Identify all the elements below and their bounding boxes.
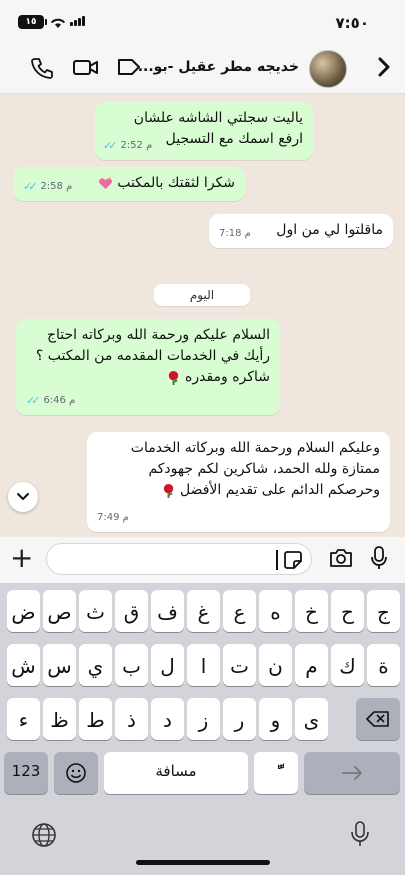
read-receipt-icon: ✓✓ [26, 394, 41, 407]
message-text: شكرا لثقتك بالمكتب [117, 175, 235, 191]
key[interactable]: ض [7, 590, 40, 632]
scroll-down-button[interactable] [8, 482, 38, 512]
status-time: ٧:٥٠ [335, 14, 369, 32]
key[interactable]: خ [295, 590, 328, 632]
read-receipt-icon: ✓✓ [23, 180, 38, 193]
rose-icon [168, 370, 178, 385]
microphone-icon[interactable] [370, 545, 388, 575]
message-bubble[interactable]: ماقلتوا لي من اول 7:18 م [209, 214, 393, 248]
backspace-key[interactable] [356, 698, 400, 740]
key[interactable]: و [259, 698, 292, 740]
key[interactable]: ع [223, 590, 256, 632]
backspace-icon [366, 711, 389, 727]
status-bar: ٧:٥٠ ١٥ [0, 0, 405, 44]
key[interactable]: ش [7, 644, 40, 686]
key[interactable]: ط [79, 698, 112, 740]
key[interactable]: ف [151, 590, 184, 632]
globe-icon[interactable] [30, 821, 58, 853]
key[interactable]: د [151, 698, 184, 740]
key[interactable]: ح [331, 590, 364, 632]
message-bubble[interactable]: ياليت سجلتي الشاشه علشان ارفع اسمك مع ال… [95, 102, 313, 160]
message-text: ماقلتوا لي من اول [276, 222, 383, 238]
keyboard: ج ح خ ه ع غ ف ق ث ص ض ة ك م ن ت ا ل ب ي … [0, 583, 405, 875]
back-button[interactable] [377, 56, 391, 84]
chat-area: ياليت سجلتي الشاشه علشان ارفع اسمك مع ال… [0, 94, 405, 537]
key[interactable]: ل [151, 644, 184, 686]
tag-icon[interactable] [116, 56, 142, 82]
message-time: 6:46 م [43, 395, 76, 406]
text-cursor [276, 550, 278, 570]
sticker-icon[interactable] [283, 550, 303, 574]
key[interactable]: ي [79, 644, 112, 686]
message-input[interactable] [46, 543, 312, 575]
key[interactable]: ق [115, 590, 148, 632]
key[interactable]: م [295, 644, 328, 686]
attach-plus-button[interactable]: + [10, 543, 33, 573]
date-chip: اليوم [154, 284, 250, 306]
key[interactable]: غ [187, 590, 220, 632]
return-key[interactable] [304, 752, 400, 794]
key[interactable]: ث [79, 590, 112, 632]
key[interactable]: ا [187, 644, 220, 686]
key[interactable]: ر [223, 698, 256, 740]
home-indicator [136, 860, 270, 865]
contact-name[interactable]: خديجه مطر عقيل -بو... [139, 59, 299, 75]
key[interactable]: ص [43, 590, 76, 632]
message-bubble[interactable]: السلام عليكم ورحمة الله وبركاته احتاج رأ… [16, 319, 280, 415]
message-time: 2:58 م [40, 181, 73, 192]
message-bubble[interactable]: شكرا لثقتك بالمكتب ✓✓ 2:58 م [13, 167, 245, 201]
key[interactable]: ب [115, 644, 148, 686]
dictation-icon[interactable] [350, 819, 370, 853]
key[interactable]: ج [367, 590, 400, 632]
rose-icon [163, 483, 173, 498]
key[interactable]: س [43, 644, 76, 686]
emoji-icon [66, 763, 86, 783]
key[interactable]: ذ [115, 698, 148, 740]
key[interactable]: ه [259, 590, 292, 632]
message-time: 2:52 م [120, 140, 153, 151]
numbers-key[interactable]: 123 [4, 752, 48, 794]
emoji-key[interactable] [54, 752, 98, 794]
wifi-icon [50, 14, 66, 33]
message-bubble[interactable]: وعليكم السلام ورحمة الله وبركاته الخدمات… [87, 432, 390, 532]
message-time: 7:49 م [97, 512, 129, 523]
battery-icon: ١٥ [18, 15, 47, 29]
key[interactable]: ظ [43, 698, 76, 740]
camera-icon[interactable] [328, 547, 354, 573]
key[interactable]: ن [259, 644, 292, 686]
diacritic-key[interactable]: ًّ [254, 752, 298, 794]
key[interactable]: ء [7, 698, 40, 740]
key[interactable]: ك [331, 644, 364, 686]
read-receipt-icon: ✓✓ [103, 139, 118, 152]
video-call-icon[interactable] [72, 56, 100, 82]
key[interactable]: ة [367, 644, 400, 686]
message-time: 7:18 م [219, 228, 251, 239]
phone-icon[interactable] [30, 56, 54, 84]
key[interactable]: ز [187, 698, 220, 740]
key[interactable]: ت [223, 644, 256, 686]
message-text: السلام عليكم ورحمة الله وبركاته احتاج رأ… [35, 327, 270, 385]
chat-header: خديجه مطر عقيل -بو... [0, 44, 405, 94]
key[interactable]: ى [295, 698, 328, 740]
space-key[interactable]: مسافة [104, 752, 248, 794]
return-arrow-icon [342, 766, 362, 780]
message-composer: + [0, 537, 405, 583]
contact-avatar[interactable] [309, 50, 347, 88]
sparkling-heart-icon [98, 175, 112, 189]
signal-icon [70, 16, 85, 26]
